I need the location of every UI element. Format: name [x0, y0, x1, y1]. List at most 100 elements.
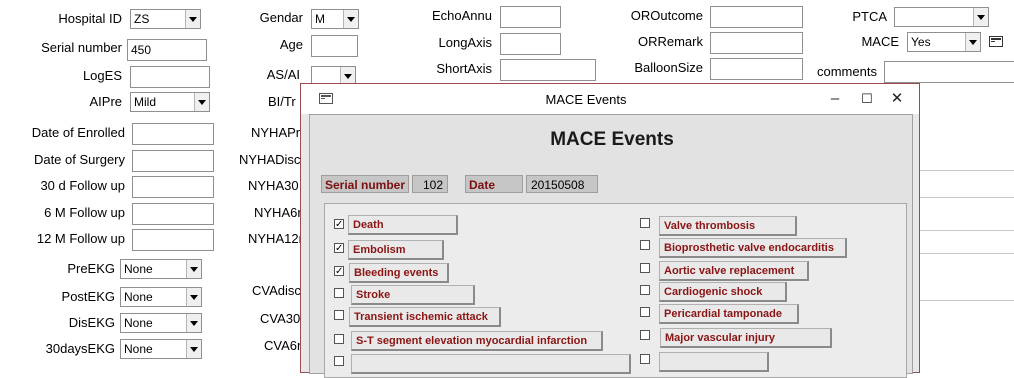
window-titlebar[interactable]: MACE Events – ☐ ✕	[301, 84, 919, 114]
embolism-checkbox[interactable]: ✓	[334, 243, 344, 254]
death-checkbox[interactable]: ✓	[334, 219, 344, 230]
hospital-id-value: ZS	[134, 12, 150, 26]
shortaxis-field[interactable]	[500, 59, 596, 81]
as-ai-label: AS/AI	[266, 67, 300, 82]
cardiogenic-shock-event-button[interactable]: Cardiogenic shock	[659, 282, 787, 302]
chevron-down-icon[interactable]	[965, 33, 980, 51]
oroutcome-field[interactable]	[710, 6, 803, 28]
minimize-button[interactable]: –	[825, 90, 845, 108]
chevron-down-icon[interactable]	[973, 8, 988, 26]
tia-checkbox[interactable]	[334, 310, 344, 320]
echoannu-field[interactable]	[500, 6, 561, 28]
disekg-label: DisEKG	[68, 315, 115, 330]
next-row-event-button[interactable]	[351, 354, 631, 374]
postekg-combo[interactable]: None	[120, 287, 202, 307]
date-enrolled-field[interactable]	[132, 123, 214, 145]
avr-checkbox[interactable]	[640, 263, 650, 273]
next-row-checkbox[interactable]	[334, 356, 344, 366]
orremark-field[interactable]	[710, 32, 803, 54]
mace-label: MACE	[861, 34, 899, 49]
divider	[920, 253, 1014, 254]
date-value[interactable]: 20150508	[526, 175, 598, 193]
endocarditis-event-button[interactable]: Bioprosthetic valve endocarditis	[659, 238, 847, 258]
cvadisc-label: CVAdisc	[252, 283, 301, 298]
loges-label: LogES	[82, 68, 122, 83]
cva30-label: CVA30	[260, 311, 301, 326]
serial-number-label: Serial number	[41, 40, 122, 55]
stemi-event-button[interactable]: S-T segment elevation myocardial infarct…	[351, 331, 603, 351]
death-event-button[interactable]: Death	[348, 215, 458, 235]
chevron-down-icon[interactable]	[194, 93, 209, 111]
major-vascular-injury-event-button[interactable]: Major vascular injury	[660, 328, 832, 348]
form-open-icon[interactable]	[989, 36, 1003, 47]
cva6-label: CVA6r	[264, 338, 302, 353]
age-field[interactable]	[311, 35, 358, 57]
bleeding-events-button[interactable]: Bleeding events	[349, 263, 449, 283]
ptca-combo[interactable]	[894, 7, 989, 27]
window-title: MACE Events	[545, 92, 627, 107]
comments-label: comments	[817, 64, 877, 79]
followup-6m-field[interactable]	[132, 203, 214, 225]
bleeding-events-checkbox[interactable]: ✓	[334, 266, 344, 277]
followup-30d-field[interactable]	[132, 176, 214, 198]
comments-field[interactable]	[884, 61, 1014, 83]
hospital-id-label: Hospital ID	[58, 11, 122, 26]
chevron-down-icon[interactable]	[186, 314, 201, 332]
valve-thrombosis-event-button[interactable]: Valve thrombosis	[659, 216, 797, 236]
avr-event-button[interactable]: Aortic valve replacement	[659, 261, 809, 281]
gender-label: Gendar	[259, 10, 303, 25]
major-vascular-injury-checkbox[interactable]	[640, 330, 650, 340]
divider	[920, 170, 1014, 171]
gender-combo[interactable]: M	[311, 9, 359, 29]
next-row-right-event-button[interactable]	[659, 352, 769, 372]
valve-thrombosis-checkbox[interactable]	[640, 218, 650, 228]
longaxis-label: LongAxis	[438, 35, 492, 50]
date-surgery-label: Date of Surgery	[33, 152, 125, 167]
disekg-combo[interactable]: None	[120, 313, 202, 333]
hospital-id-combo[interactable]: ZS	[130, 9, 201, 29]
followup-12m-label: 12 M Follow up	[36, 231, 125, 246]
embolism-event-button[interactable]: Embolism	[348, 240, 444, 260]
tia-event-button[interactable]: Transient ischemic attack	[349, 307, 501, 327]
endocarditis-checkbox[interactable]	[640, 240, 650, 250]
chevron-down-icon[interactable]	[186, 340, 201, 358]
nyhapre-label: NYHAPr	[251, 125, 301, 140]
chevron-down-icon[interactable]	[186, 260, 201, 278]
stemi-checkbox[interactable]	[334, 334, 344, 344]
next-row-right-checkbox[interactable]	[640, 354, 650, 364]
balloonsize-field[interactable]	[710, 58, 803, 80]
divider	[920, 300, 1014, 301]
orremark-label: ORRemark	[637, 34, 703, 49]
shortaxis-label: ShortAxis	[436, 61, 492, 76]
divider	[920, 230, 1014, 231]
loges-field[interactable]	[130, 66, 210, 88]
pericardial-tamponade-checkbox[interactable]	[640, 307, 650, 317]
maximize-button[interactable]: ☐	[857, 90, 877, 108]
preekg-label: PreEKG	[67, 261, 115, 276]
cardiogenic-shock-checkbox[interactable]	[640, 285, 650, 295]
preekg-combo[interactable]: None	[120, 259, 202, 279]
days30ekg-combo[interactable]: None	[120, 339, 202, 359]
serial-number-value[interactable]: 102	[412, 175, 448, 193]
followup-30d-label: 30 d Follow up	[40, 178, 125, 193]
postekg-label: PostEKG	[61, 289, 115, 304]
chevron-down-icon[interactable]	[185, 10, 200, 28]
followup-12m-field[interactable]	[132, 229, 214, 251]
stroke-event-button[interactable]: Stroke	[351, 285, 475, 305]
close-button[interactable]: ✕	[887, 90, 907, 108]
page-title: MACE Events	[550, 129, 674, 150]
preekg-value: None	[124, 262, 153, 276]
age-label: Age	[279, 37, 303, 52]
stroke-checkbox[interactable]	[334, 288, 344, 298]
aipre-combo[interactable]: Mild	[130, 92, 210, 112]
serial-number-field[interactable]: 450	[127, 39, 207, 61]
longaxis-field[interactable]	[500, 33, 561, 55]
balloonsize-label: BalloonSize	[634, 60, 703, 75]
pericardial-tamponade-event-button[interactable]: Pericardial tamponade	[659, 304, 799, 324]
mace-combo[interactable]: Yes	[907, 32, 981, 52]
date-enrolled-label: Date of Enrolled	[31, 125, 125, 140]
date-surgery-field[interactable]	[132, 150, 214, 172]
mace-events-window[interactable]: MACE Events – ☐ ✕ MACE Events Serial num…	[300, 83, 920, 378]
chevron-down-icon[interactable]	[186, 288, 201, 306]
chevron-down-icon[interactable]	[343, 10, 358, 28]
